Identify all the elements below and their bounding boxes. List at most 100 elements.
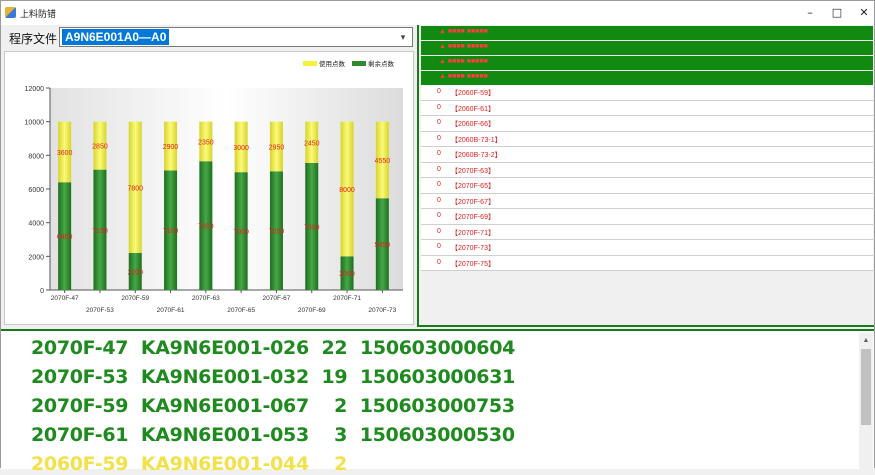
alarm-row[interactable]: ▲ ■■■■ ■■■■■ — [421, 71, 873, 85]
list-item[interactable]: 0 【2070F-65】 — [421, 178, 873, 194]
data-label-used: 2900 — [163, 144, 179, 151]
scan-log-panel[interactable]: 2070F-47 KA9N6E001-026 22 150603000604 20… — [1, 329, 874, 475]
data-label-remaining: 7650 — [198, 224, 214, 231]
list-item-count: 0 — [437, 88, 441, 95]
list-item-code: 【2070F-69】 — [451, 214, 495, 221]
log-line: 2060F-59 KA9N6E001-044 2 — [31, 453, 348, 475]
list-item[interactable]: 0 【2070F-69】 — [421, 209, 873, 225]
alarm-row[interactable]: ▲ ■■■■ ■■■■■ — [421, 26, 873, 40]
x-tick-label: 2070F-71 — [333, 295, 361, 302]
list-item[interactable]: 0 【2060F-66】 — [421, 116, 873, 132]
list-item-code: 【2060F-66】 — [451, 121, 495, 128]
alarm-row-text: ▲ ■■■■ ■■■■■ — [439, 73, 488, 80]
data-label-remaining: 5450 — [375, 242, 391, 249]
program-toolbar: 程序文件 A9N6E001A0—A0 ▾ — [1, 25, 415, 49]
program-file-value[interactable]: A9N6E001A0—A0 — [62, 29, 170, 45]
x-tick-label: 2070F-61 — [157, 307, 185, 314]
list-item-code: 【2070F-65】 — [451, 183, 495, 190]
list-item-code: 【2060F-59】 — [451, 90, 495, 97]
list-item-code: 【2060B-73-2】 — [451, 152, 502, 159]
x-tick-label: 2070F-69 — [298, 307, 326, 314]
log-line: 2070F-61 KA9N6E001-053 3 150603000530 — [31, 424, 515, 446]
list-item[interactable]: 0 【2070F-75】 — [421, 255, 873, 271]
data-label-remaining: 6400 — [57, 234, 73, 241]
x-tick-label: 2070F-73 — [368, 307, 396, 314]
list-item-code: 【2070F-73】 — [451, 245, 495, 252]
y-tick-label: 2000 — [28, 254, 44, 261]
alarm-row-text: ▲ ■■■■ ■■■■■ — [439, 58, 488, 65]
list-item-count: 0 — [437, 150, 441, 157]
legend-swatch-used — [303, 61, 317, 66]
legend-label-used: 使用点数 — [319, 59, 346, 68]
data-label-used: 3000 — [233, 145, 249, 152]
list-item[interactable]: 0 【2070F-71】 — [421, 224, 873, 240]
data-label-remaining: 7000 — [233, 229, 249, 236]
scroll-up-arrow-icon[interactable]: ▲ — [859, 335, 873, 347]
data-label-used: 2350 — [198, 139, 214, 146]
data-label-remaining: 7150 — [92, 228, 108, 235]
stacked-bar-chart: 0 2000 4000 6000 8000 10000 12000 6400 3600 2070F… — [4, 51, 414, 325]
close-button[interactable]: ✕ — [853, 4, 875, 22]
list-item-code: 【2070F-63】 — [451, 167, 495, 175]
list-item-code: 【2060B-73-1】 — [451, 136, 502, 144]
vertical-scrollbar[interactable]: ▲ — [859, 333, 873, 471]
program-file-label: 程序文件 — [9, 32, 58, 46]
list-item[interactable]: 0 【2060F-59】 — [421, 85, 873, 101]
data-label-used: 2850 — [92, 144, 108, 151]
y-tick-label: 8000 — [28, 153, 44, 160]
y-tick-label: 4000 — [28, 221, 44, 228]
data-label-remaining: 2200 — [127, 269, 143, 276]
data-label-remaining: 7550 — [304, 224, 320, 231]
y-tick-label: 10000 — [25, 120, 45, 127]
title-bar[interactable]: 上料防错 – □ ✕ — [1, 1, 874, 25]
data-label-used: 2950 — [269, 144, 285, 151]
data-label-used: 3600 — [57, 150, 73, 157]
y-tick-label: 6000 — [28, 187, 44, 194]
app-window: 上料防错 – □ ✕ 程序文件 A9N6E001A0—A0 ▾ 0 2000 400… — [0, 0, 875, 475]
data-label-used: 7800 — [127, 185, 143, 192]
data-label-used: 4550 — [375, 158, 391, 165]
list-item-code: 【2060F-61】 — [451, 105, 495, 113]
list-item-count: 0 — [437, 134, 441, 142]
list-item-count: 0 — [437, 103, 441, 111]
data-label-used: 2450 — [304, 140, 320, 147]
x-tick-label: 2070F-47 — [51, 295, 79, 302]
feeder-status-panel: ▲ ■■■■ ■■■■■ ▲ ■■■■ ■■■■■ ▲ ■■■■ ■■■■■ ▲ ■■… — [417, 25, 874, 327]
data-label-remaining: 7050 — [269, 229, 285, 236]
window-title: 上料防错 — [20, 9, 57, 19]
list-item-count: 0 — [437, 243, 441, 250]
log-line: 2070F-59 KA9N6E001-067 2 150603000753 — [31, 395, 515, 417]
feeder-list[interactable]: 0 【2060F-59】 0 【2060F-61】 0 【2060F-66】 0 【2060B… — [421, 85, 873, 271]
y-tick-label: 0 — [40, 288, 44, 295]
alarm-row[interactable]: ▲ ■■■■ ■■■■■ — [421, 56, 873, 70]
data-label-remaining: 7100 — [163, 228, 179, 235]
chevron-down-icon[interactable]: ▾ — [396, 29, 410, 45]
log-line: 2070F-47 KA9N6E001-026 22 150603000604 — [31, 337, 516, 359]
list-item-code: 【2070F-75】 — [451, 260, 495, 268]
log-line: 2070F-53 KA9N6E001-032 19 150603000631 — [31, 366, 516, 388]
list-item[interactable]: 0 【2070F-63】 — [421, 162, 873, 178]
chart-canvas: 0 2000 4000 6000 8000 10000 12000 6400 3600 2070F… — [25, 59, 403, 314]
x-tick-label: 2070F-65 — [227, 307, 255, 314]
list-item-count: 0 — [437, 119, 441, 126]
list-item-code: 【2070F-71】 — [451, 229, 495, 237]
list-item-count: 0 — [437, 181, 441, 188]
program-file-combobox[interactable]: A9N6E001A0—A0 ▾ — [59, 27, 413, 47]
list-item[interactable]: 0 【2070F-73】 — [421, 240, 873, 256]
y-tick-label: 12000 — [25, 86, 45, 93]
scroll-thumb[interactable] — [861, 349, 871, 425]
alarm-row[interactable]: ▲ ■■■■ ■■■■■ — [421, 41, 873, 55]
list-item[interactable]: 0 【2070F-67】 — [421, 193, 873, 209]
maximize-button[interactable]: □ — [826, 4, 848, 22]
list-item[interactable]: 0 【2060B-73-1】 — [421, 131, 873, 147]
x-tick-label: 2070F-59 — [121, 295, 149, 302]
list-item[interactable]: 0 【2060F-61】 — [421, 100, 873, 116]
app-icon — [5, 7, 16, 18]
list-item-count: 0 — [437, 258, 441, 266]
list-item[interactable]: 0 【2060B-73-2】 — [421, 147, 873, 163]
legend-label-remaining: 剩余点数 — [368, 59, 395, 68]
list-item-count: 0 — [437, 196, 441, 204]
data-label-remaining: 2000 — [339, 271, 355, 278]
minimize-button[interactable]: – — [799, 4, 821, 22]
x-tick-label: 2070F-53 — [86, 307, 114, 314]
